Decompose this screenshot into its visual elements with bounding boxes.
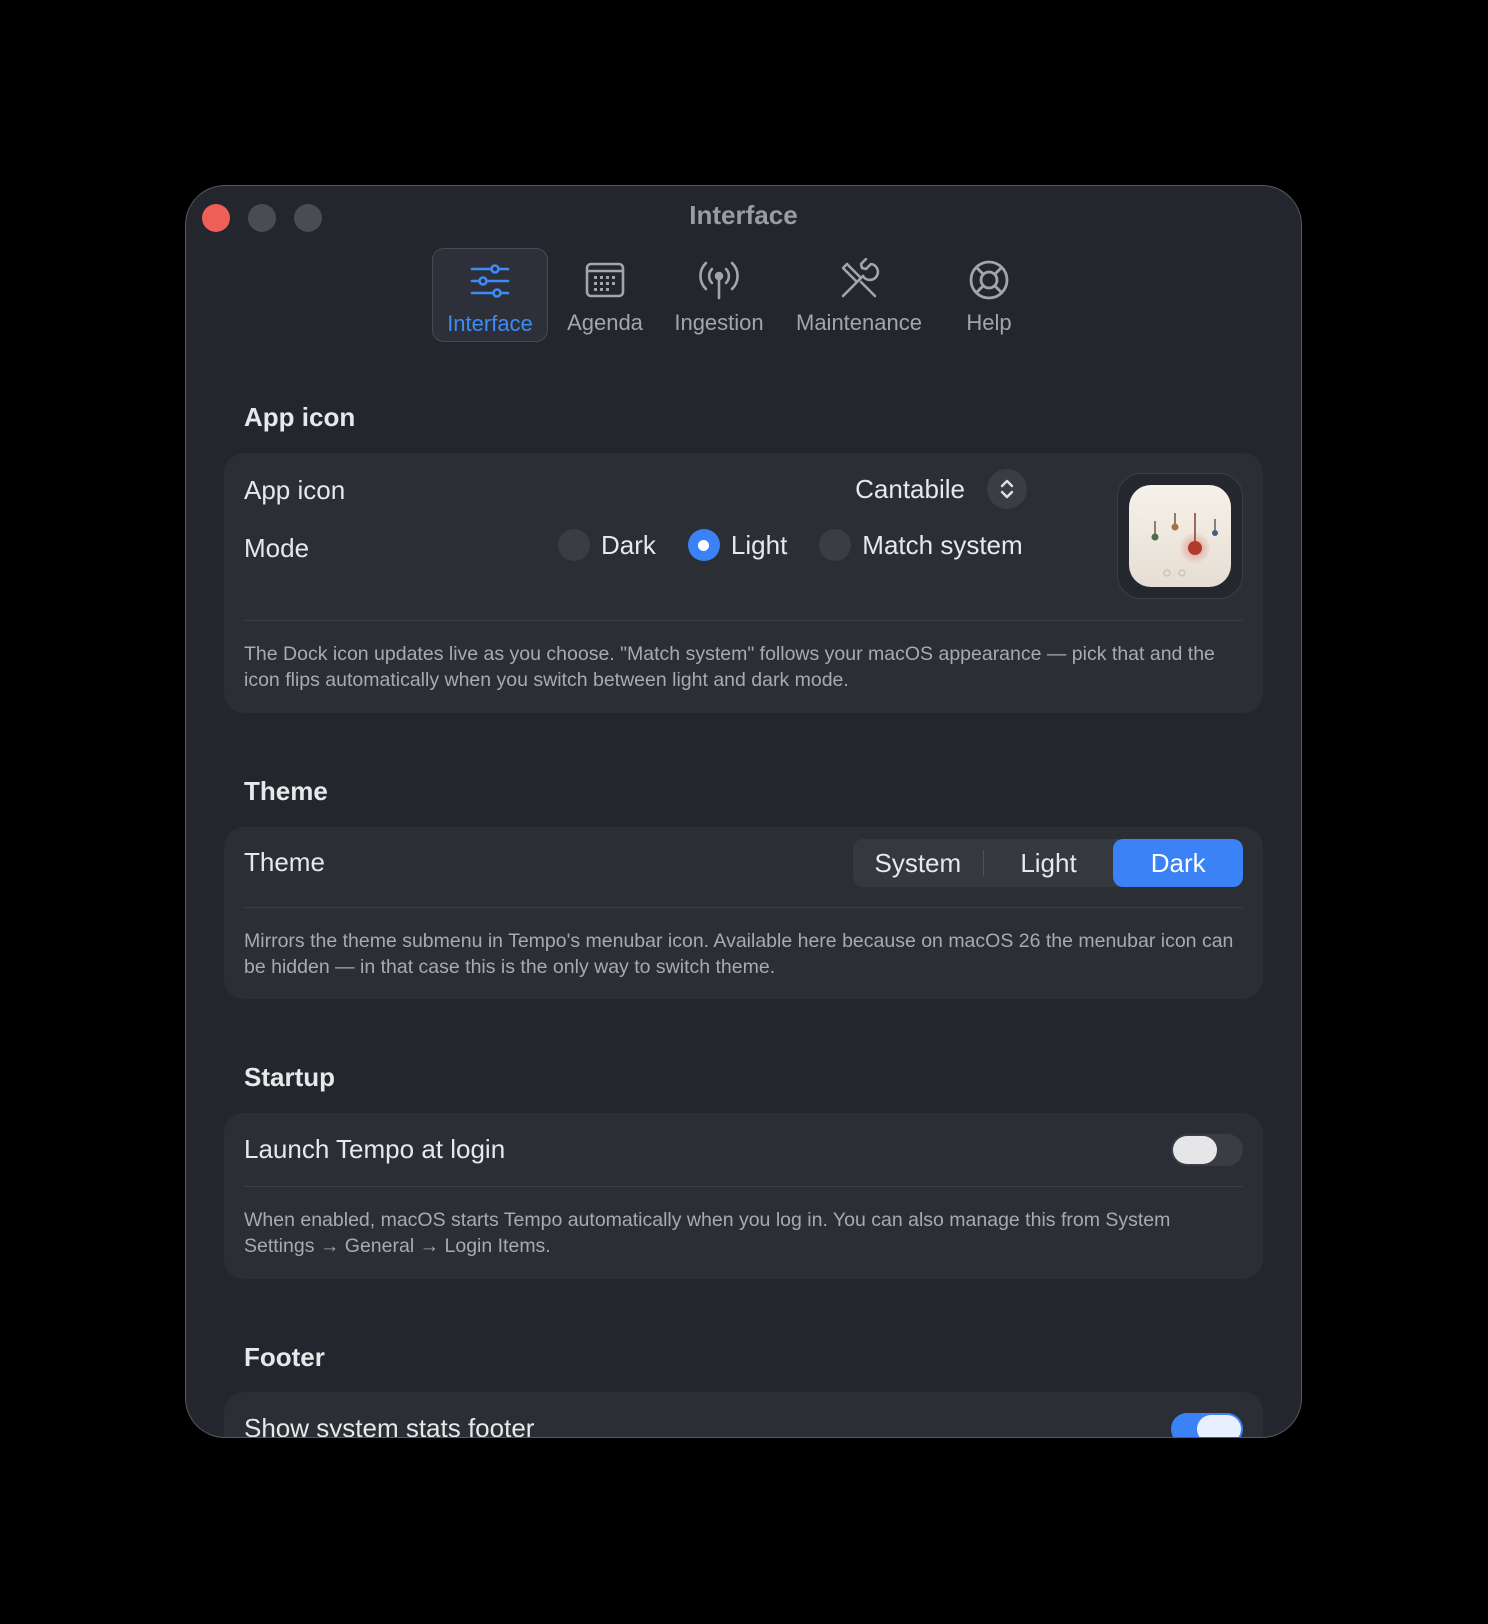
theme-card: Theme System Light Dark Mirrors the them… xyxy=(224,827,1263,999)
launch-at-login-label: Launch Tempo at login xyxy=(244,1134,506,1164)
antenna-icon xyxy=(699,261,739,300)
radio-dot xyxy=(819,529,852,561)
lifebuoy-icon xyxy=(969,260,1009,300)
show-stats-footer-label: Show system stats footer xyxy=(244,1413,535,1438)
calendar-icon xyxy=(585,262,625,298)
settings-toolbar: Interface Agenda Ingestion Maintenance H… xyxy=(186,248,1301,344)
startup-note: When enabled, macOS starts Tempo automat… xyxy=(244,1209,1171,1257)
theme-note: Mirrors the theme submenu in Tempo's men… xyxy=(244,930,1234,978)
show-stats-footer-toggle[interactable] xyxy=(1171,1413,1243,1437)
mode-radio-match-system[interactable]: Match system xyxy=(819,529,1023,561)
tab-interface[interactable]: Interface xyxy=(432,248,548,342)
tab-help[interactable]: Help xyxy=(944,248,1034,342)
launch-at-login-toggle[interactable] xyxy=(1171,1134,1243,1166)
settings-content: App icon App icon Cantabile Mode Dark Li… xyxy=(224,346,1263,1437)
theme-label: Theme xyxy=(244,847,325,877)
divider xyxy=(244,620,1243,621)
app-icon-note: The Dock icon updates live as you choose… xyxy=(244,643,1215,691)
startup-card: Launch Tempo at login When enabled, macO… xyxy=(224,1113,1263,1279)
section-title-theme: Theme xyxy=(244,776,328,806)
theme-option-dark[interactable]: Dark xyxy=(1113,839,1244,887)
mode-radio-group: Dark Light Match system xyxy=(558,529,1055,561)
radio-dot-selected xyxy=(687,529,720,561)
app-icon-label: App icon xyxy=(244,475,346,505)
toggle-knob xyxy=(1197,1415,1241,1437)
chevron-up-down-icon xyxy=(987,469,1027,509)
app-icon-popup[interactable]: Cantabile xyxy=(855,469,1027,509)
mode-radio-light[interactable]: Light xyxy=(687,529,787,561)
theme-segmented-control: System Light Dark xyxy=(853,839,1244,887)
mode-radio-dark[interactable]: Dark xyxy=(558,529,656,561)
toggle-knob xyxy=(1173,1136,1217,1164)
app-icon-preview xyxy=(1117,473,1243,599)
section-title-startup: Startup xyxy=(244,1062,335,1092)
tab-maintenance[interactable]: Maintenance xyxy=(786,248,932,342)
sliders-icon xyxy=(470,264,510,298)
theme-option-system[interactable]: System xyxy=(853,839,983,887)
section-title-app-icon: App icon xyxy=(244,402,356,432)
window-title: Interface xyxy=(689,200,798,230)
theme-option-light[interactable]: Light xyxy=(984,839,1114,887)
mode-label: Mode xyxy=(244,533,310,563)
tab-agenda[interactable]: Agenda xyxy=(560,248,650,342)
divider xyxy=(244,907,1243,908)
app-icon-card: App icon Cantabile Mode Dark Light Match… xyxy=(224,453,1263,713)
divider xyxy=(244,1186,1243,1187)
tools-icon xyxy=(841,258,880,298)
app-icon-selected: Cantabile xyxy=(855,473,965,504)
footer-card: Show system stats footer xyxy=(224,1392,1263,1438)
tab-ingestion[interactable]: Ingestion xyxy=(666,248,772,342)
radio-dot xyxy=(558,529,590,561)
cantabile-app-icon xyxy=(1129,485,1231,587)
section-title-footer: Footer xyxy=(244,1342,325,1372)
settings-window: Interface Interface Agenda Ingestion Mai… xyxy=(185,185,1302,1438)
